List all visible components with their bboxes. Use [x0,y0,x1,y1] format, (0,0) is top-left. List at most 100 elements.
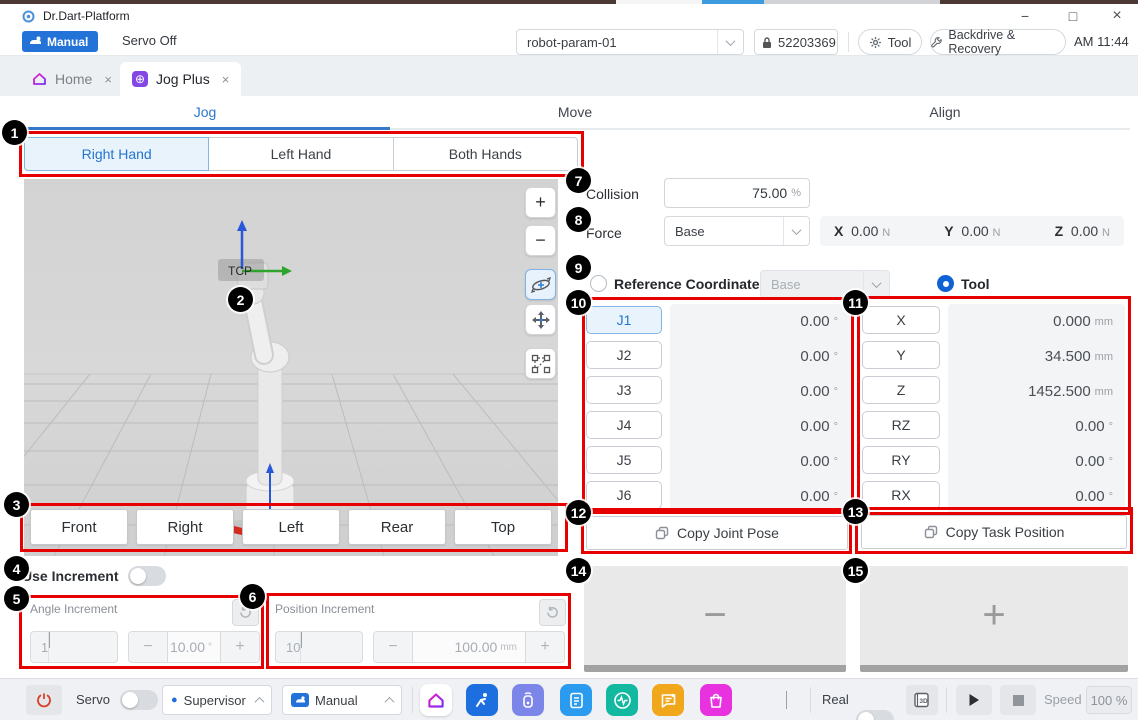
annotation-7: 7 [566,168,591,193]
robot-param-select[interactable]: robot-param-01 [516,29,744,55]
view-top-button[interactable]: Top [454,509,552,545]
task-values-panel: 0.000mm 34.500mm 1452.500mm 0.00° 0.00° … [948,304,1125,514]
annotation-2: 2 [228,287,253,312]
message-log-app-icon[interactable] [652,684,684,716]
serial-box[interactable]: 52203369 [754,29,838,55]
view-right-button[interactable]: Right [136,509,234,545]
user-role-select[interactable]: ● Supervisor [162,685,272,715]
app-title: Dr.Dart-Platform [43,9,130,23]
play-button[interactable] [956,685,992,715]
task-rx-button[interactable]: RX [862,481,940,509]
backdrive-recovery-button[interactable]: Backdrive & Recovery [930,29,1066,55]
joint-value-row: 0.00° [670,409,850,444]
position-increment-stepper: − 100.00mm + [373,631,565,663]
task-value-row: 0.000mm [948,304,1125,339]
reset-icon [546,606,559,619]
angle-increment-panel: Angle Increment 1 − 10.00° + [22,596,263,668]
annotation-4: 4 [4,556,29,581]
position-decrement-button[interactable]: − [374,632,412,662]
pan-button[interactable] [525,304,556,335]
annotation-9: 9 [566,255,591,280]
task-rz-button[interactable]: RZ [862,411,940,439]
view-preset-bar: Front Right Left Rear Top [30,509,552,545]
right-hand-button[interactable]: Right Hand [24,137,209,171]
manual-mode-icon [291,693,309,707]
measure-button[interactable] [525,348,556,379]
pan-move-icon [530,309,552,331]
task-ry-button[interactable]: RY [862,446,940,474]
task-z-button[interactable]: Z [862,376,940,404]
stop-button[interactable] [1000,685,1036,715]
chevron-down-icon [726,36,736,46]
reference-frame-select[interactable]: Base [760,270,890,298]
position-increment-button[interactable]: + [526,632,564,662]
use-increment-label: Use Increment [22,568,118,584]
joint-j5-button[interactable]: J5 [586,446,662,474]
maximize-button[interactable]: □ [1056,4,1090,28]
copy-task-position-button[interactable]: Copy Task Position [861,515,1127,549]
position-increment-select[interactable]: 10 [275,631,363,663]
chevron-down-icon [872,278,882,288]
task-x-button[interactable]: X [862,306,940,334]
tab-home[interactable]: Home × [20,62,124,96]
joint-j4-button[interactable]: J4 [586,411,662,439]
orbit-rotate-button[interactable] [525,269,556,300]
view-left-button[interactable]: Left [242,509,340,545]
view-front-button[interactable]: Front [30,509,128,545]
task-writer-app-icon[interactable] [560,684,592,716]
jog-minus-button[interactable]: − [584,566,846,672]
position-increment-title: Position Increment [275,602,374,616]
angle-increment-select[interactable]: 1 [30,631,118,663]
monitoring-app-icon[interactable] [606,684,638,716]
tool-button[interactable]: Tool [858,29,922,55]
angle-increment-button[interactable]: + [221,632,259,662]
robot-3d-viewport[interactable]: BASE TCP + − [24,179,558,556]
dock-expand-chevron[interactable] [786,691,787,709]
power-button[interactable] [26,685,62,715]
teach-pendant-app-icon[interactable] [512,684,544,716]
mode-badge[interactable]: Manual [22,31,98,52]
store-app-icon[interactable] [700,684,732,716]
collision-input[interactable]: 75.00% [664,178,810,208]
joint-j1-button[interactable]: J1 [586,306,662,334]
collision-label: Collision [586,186,639,202]
joint-j3-button[interactable]: J3 [586,376,662,404]
left-hand-button[interactable]: Left Hand [209,137,393,171]
subtab-align[interactable]: Align [760,96,1130,130]
operation-mode-select[interactable]: Manual [282,685,402,715]
real-mode-toggle[interactable] [856,710,894,720]
close-button[interactable]: × [1100,4,1134,28]
close-tab-icon[interactable]: × [104,72,112,87]
tool-radio[interactable] [937,275,954,292]
speed-value-box[interactable]: 100 % [1086,686,1132,714]
copy-joint-pose-button[interactable]: Copy Joint Pose [586,516,848,550]
power-icon [36,692,52,708]
task-value-row: 34.500mm [948,339,1125,374]
subtab-move[interactable]: Move [390,96,760,130]
joint-j6-button[interactable]: J6 [586,481,662,509]
simulator-3d-button[interactable]: 3D [906,685,938,715]
zoom-out-button[interactable]: − [525,225,556,256]
zoom-in-button[interactable]: + [525,187,556,218]
minimize-button[interactable]: − [1008,4,1042,28]
task-y-button[interactable]: Y [862,341,940,369]
close-tab-icon[interactable]: × [222,72,230,87]
position-reset-button[interactable] [539,599,566,626]
servo-toggle[interactable] [120,690,158,710]
jog-app-icon[interactable] [466,684,498,716]
jog-plus-button[interactable]: + [860,566,1128,672]
force-label: Force [586,225,622,241]
annotation-1: 1 [2,120,27,145]
force-frame-select[interactable]: Base [664,216,810,246]
joint-j2-button[interactable]: J2 [586,341,662,369]
speed-label: Speed [1044,692,1082,707]
both-hands-button[interactable]: Both Hands [394,137,578,171]
angle-decrement-button[interactable]: − [129,632,167,662]
view-rear-button[interactable]: Rear [348,509,446,545]
tcp-label: TCP [228,264,252,278]
reference-coordinates-radio[interactable] [590,275,607,292]
tab-jog-plus[interactable]: ⊕ Jog Plus × [120,62,241,96]
use-increment-toggle[interactable] [128,566,166,586]
subtab-jog[interactable]: Jog [20,96,390,130]
home-app-icon[interactable] [420,684,452,716]
